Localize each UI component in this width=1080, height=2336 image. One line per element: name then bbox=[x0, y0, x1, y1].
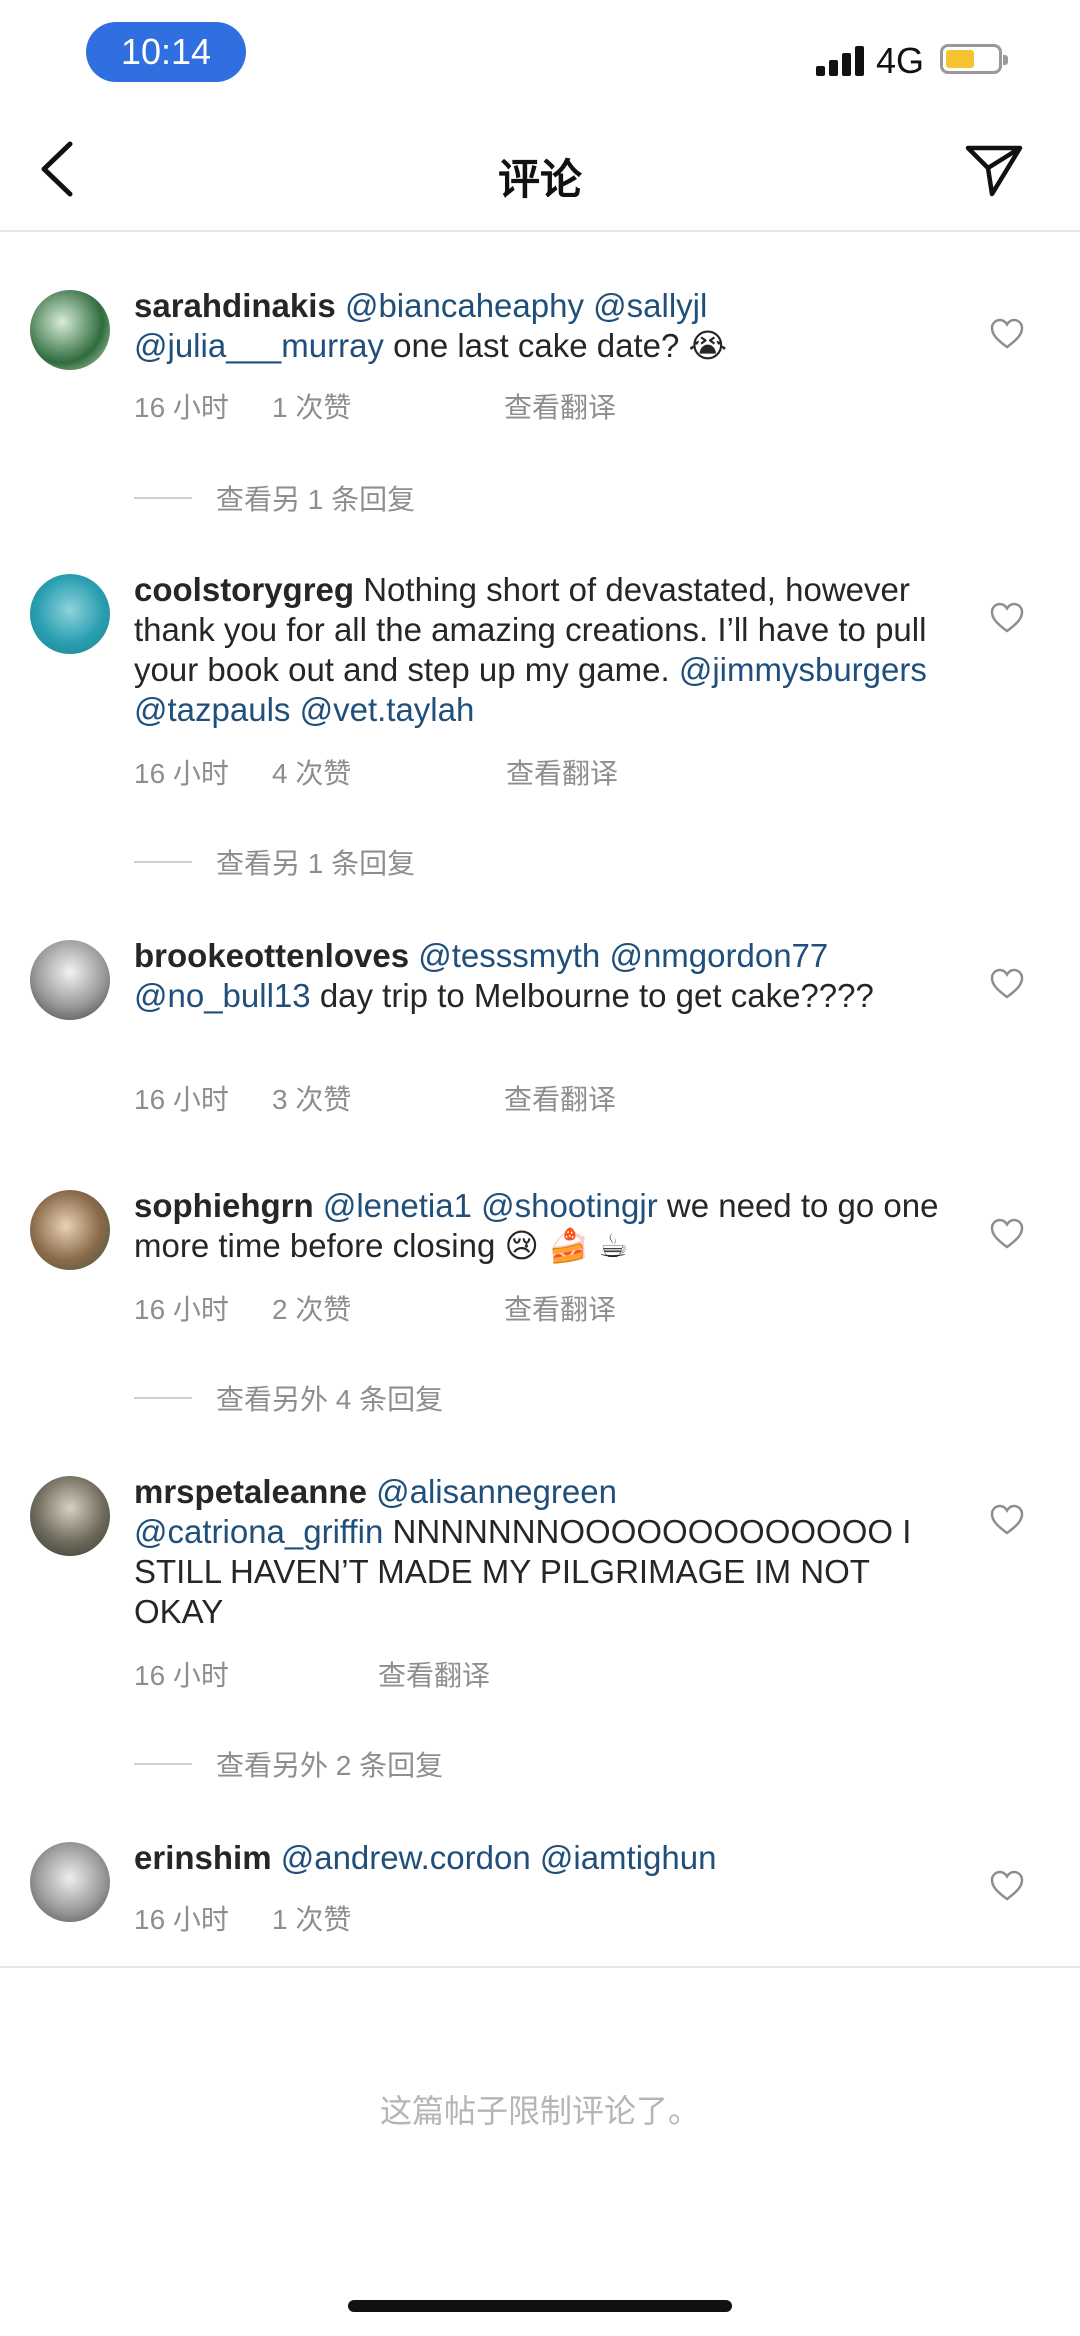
translate-link[interactable]: 查看翻译 bbox=[378, 1654, 490, 1694]
comment-text: mrspetaleanne @alisannegreen @catriona_g… bbox=[134, 1472, 954, 1632]
translate-link[interactable]: 查看翻译 bbox=[506, 752, 618, 792]
view-replies-label: 查看另外 2 条回复 bbox=[216, 1750, 444, 1781]
comment-body: one last cake date? 😭 bbox=[393, 327, 728, 364]
mention-link[interactable]: @shootingjr bbox=[481, 1187, 658, 1224]
comment-username[interactable]: brookeottenloves bbox=[134, 937, 409, 974]
comment-text: brookeottenloves @tesssmyth @nmgordon77 … bbox=[134, 936, 954, 1016]
translate-link[interactable]: 查看翻译 bbox=[504, 386, 616, 426]
battery-icon bbox=[940, 44, 1008, 74]
paper-plane-icon[interactable] bbox=[962, 136, 1026, 200]
mention-link[interactable]: @nmgordon77 bbox=[609, 937, 828, 974]
mention-link[interactable]: @julia___murray bbox=[134, 327, 384, 364]
nav-bar: 评论 bbox=[0, 110, 1080, 232]
mention-link[interactable]: @catriona_griffin bbox=[134, 1513, 383, 1550]
comment-text: coolstorygreg Nothing short of devastate… bbox=[134, 570, 954, 730]
avatar[interactable] bbox=[30, 1190, 110, 1270]
comment-text: sarahdinakis @biancaheaphy @sallyjl @jul… bbox=[134, 286, 954, 366]
mention-link[interactable]: @tazpauls bbox=[134, 691, 290, 728]
heart-icon[interactable] bbox=[990, 968, 1024, 1000]
page-title: 评论 bbox=[497, 156, 582, 203]
view-replies-label: 查看另 1 条回复 bbox=[216, 848, 416, 879]
like-count[interactable]: 3 次赞 bbox=[272, 1078, 351, 1118]
comment-time: 16 小时 bbox=[134, 758, 229, 789]
mention-link[interactable]: @jimmysburgers bbox=[679, 651, 927, 688]
divider bbox=[0, 1966, 1080, 1968]
comment-time: 16 小时 bbox=[134, 1904, 229, 1935]
mention-link[interactable]: @biancaheaphy bbox=[345, 287, 584, 324]
comment-text: erinshim @andrew.cordon @iamtighun bbox=[134, 1838, 954, 1878]
comment-username[interactable]: erinshim bbox=[134, 1839, 272, 1876]
mention-link[interactable]: @lenetia1 bbox=[323, 1187, 472, 1224]
avatar[interactable] bbox=[30, 574, 110, 654]
status-bar: 10:14 4G bbox=[0, 0, 1080, 110]
view-replies-label: 查看另 1 条回复 bbox=[216, 484, 416, 515]
comment-time: 16 小时 bbox=[134, 1660, 229, 1691]
comment-username[interactable]: sarahdinakis bbox=[134, 287, 336, 324]
like-count[interactable]: 1 次赞 bbox=[272, 1898, 351, 1938]
signal-icon bbox=[816, 44, 868, 76]
comment-username[interactable]: coolstorygreg bbox=[134, 571, 354, 608]
comment-time: 16 小时 bbox=[134, 392, 229, 423]
mention-link[interactable]: @andrew.cordon bbox=[281, 1839, 531, 1876]
mention-link[interactable]: @sallyjl bbox=[593, 287, 707, 324]
like-count[interactable]: 1 次赞 bbox=[272, 386, 351, 426]
comment-username[interactable]: mrspetaleanne bbox=[134, 1473, 367, 1510]
avatar[interactable] bbox=[30, 290, 110, 370]
heart-icon[interactable] bbox=[990, 1870, 1024, 1902]
heart-icon[interactable] bbox=[990, 602, 1024, 634]
comment-body: day trip to Melbourne to get cake???? bbox=[319, 977, 874, 1014]
comment-time: 16 小时 bbox=[134, 1294, 229, 1325]
comment-username[interactable]: sophiehgrn bbox=[134, 1187, 314, 1224]
view-replies-label: 查看另外 4 条回复 bbox=[216, 1384, 444, 1415]
avatar[interactable] bbox=[30, 1842, 110, 1922]
avatar[interactable] bbox=[30, 1476, 110, 1556]
network-type: 4G bbox=[876, 40, 925, 81]
like-count[interactable]: 2 次赞 bbox=[272, 1288, 351, 1328]
mention-link[interactable]: @alisannegreen bbox=[376, 1473, 617, 1510]
comment-time: 16 小时 bbox=[134, 1084, 229, 1115]
mention-link[interactable]: @tesssmyth bbox=[418, 937, 600, 974]
mention-link[interactable]: @iamtighun bbox=[540, 1839, 717, 1876]
comment-text: sophiehgrn @lenetia1 @shootingjr we need… bbox=[134, 1186, 954, 1266]
status-time: 10:14 bbox=[86, 22, 246, 82]
like-count[interactable]: 4 次赞 bbox=[272, 752, 351, 792]
avatar[interactable] bbox=[30, 940, 110, 1020]
heart-icon[interactable] bbox=[990, 1504, 1024, 1536]
home-indicator[interactable] bbox=[348, 2300, 732, 2312]
translate-link[interactable]: 查看翻译 bbox=[504, 1078, 616, 1118]
translate-link[interactable]: 查看翻译 bbox=[504, 1288, 616, 1328]
mention-link[interactable]: @vet.taylah bbox=[300, 691, 475, 728]
heart-icon[interactable] bbox=[990, 318, 1024, 350]
comments-restricted-notice: 这篇帖子限制评论了。 bbox=[379, 2093, 700, 2129]
mention-link[interactable]: @no_bull13 bbox=[134, 977, 311, 1014]
heart-icon[interactable] bbox=[990, 1218, 1024, 1250]
